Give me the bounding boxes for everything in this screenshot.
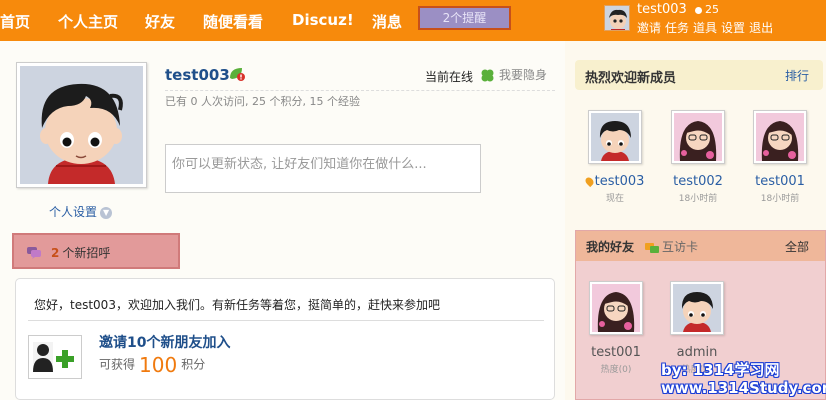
rank-link[interactable]: 排行 [785, 67, 809, 84]
profile-stats: 已有 0 人次访问, 25 个积分, 15 个经验 [165, 95, 360, 108]
visit-card-icon [645, 242, 659, 253]
status-input[interactable]: 你可以更新状态, 让好友们知道你在做什么... [165, 144, 481, 193]
member-time: 18小时前 [760, 194, 800, 204]
member-time: 18小时前 [678, 194, 718, 204]
member-avatar[interactable] [671, 110, 725, 164]
invisible-link[interactable]: 我要隐身 [480, 66, 547, 83]
add-user-icon [33, 342, 74, 372]
nav-discuz[interactable]: Discuz! [292, 11, 354, 29]
invisible-link-label[interactable]: 我要隐身 [499, 68, 547, 82]
nav-messages[interactable]: 消息 [372, 11, 402, 32]
member-card[interactable]: test002 18小时前 [662, 110, 734, 204]
member-name[interactable]: test002 [662, 174, 734, 189]
profile-name[interactable]: test003 [165, 66, 230, 84]
watermark: by: 1314学习网 www.1314Study.com [661, 361, 826, 397]
member-avatar[interactable] [588, 110, 642, 164]
task-panel: 您好，test003，欢迎加入我们。有新任务等着您，挺简单的，赶快来参加吧 邀请… [15, 278, 555, 400]
leaf-badge-icon [230, 68, 245, 81]
watermark-line2: www.1314Study.com [661, 379, 826, 397]
girl-avatar-icon [756, 113, 804, 161]
friend-avatar[interactable] [589, 281, 643, 335]
member-name-text[interactable]: test003 [595, 174, 645, 189]
friends-title: 我的好友 [586, 240, 635, 254]
nav-friends[interactable]: 好友 [145, 11, 175, 32]
friend-name[interactable]: test001 [580, 345, 652, 360]
friend-card[interactable]: test001 热度(0) [580, 281, 652, 375]
watermark-line1: by: 1314学习网 [661, 361, 780, 379]
location-pin-icon [583, 175, 595, 188]
reward-unit: 积分 [181, 357, 206, 372]
link-props[interactable]: 道具 [693, 21, 717, 35]
coin-count: 25 [705, 3, 719, 16]
new-members-title: 热烈欢迎新成员 [585, 71, 677, 86]
notice-button[interactable]: 2个提醒 [418, 6, 511, 30]
task-title[interactable]: 邀请10个新朋友加入 [99, 332, 230, 352]
link-tasks[interactable]: 任务 [665, 21, 689, 35]
greetings-label[interactable]: 个新招呼 [62, 246, 110, 260]
visit-card-label[interactable]: 互访卡 [662, 240, 698, 254]
member-name[interactable]: test003 [579, 174, 651, 189]
clover-icon [481, 69, 494, 82]
girl-avatar-icon [592, 284, 640, 332]
boy-avatar-icon [673, 284, 721, 332]
coin-balance: 25 [695, 3, 719, 16]
new-greetings-bar[interactable]: 2 个新招呼 [12, 233, 180, 269]
nav-profile[interactable]: 个人主页 [58, 11, 118, 32]
member-time: 现在 [605, 194, 624, 204]
member-card[interactable]: test001 18小时前 [744, 110, 816, 204]
topbar-user-links: 邀请 任务 道具 设置 退出 [637, 19, 777, 36]
boy-avatar-icon [591, 113, 639, 161]
visit-card-link[interactable]: 互访卡 [645, 238, 698, 255]
greetings-count[interactable]: 2 [51, 246, 59, 260]
reward-value: 100 [139, 353, 178, 377]
friend-name[interactable]: admin [661, 345, 733, 360]
divider [165, 90, 555, 91]
profile-avatar[interactable] [16, 62, 147, 188]
divider [28, 320, 544, 321]
link-logout[interactable]: 退出 [749, 21, 773, 35]
topbar-username[interactable]: test003 [637, 2, 687, 17]
girl-avatar-icon [674, 113, 722, 161]
link-invite[interactable]: 邀请 [637, 21, 661, 35]
settings-link[interactable]: 个人设置 ▼ [49, 203, 113, 220]
all-friends-link[interactable]: 全部 [785, 238, 809, 255]
invite-friends-icon[interactable] [28, 335, 82, 379]
link-settings[interactable]: 设置 [721, 21, 745, 35]
task-welcome-text: 您好，test003，欢迎加入我们。有新任务等着您，挺简单的，赶快来参加吧 [34, 298, 440, 312]
nav-browse[interactable]: 随便看看 [203, 11, 263, 32]
member-avatar[interactable] [753, 110, 807, 164]
new-greetings-text[interactable]: 2 个新招呼 [51, 244, 110, 261]
coin-icon [695, 6, 702, 14]
new-members-header: 热烈欢迎新成员 排行 [575, 60, 823, 90]
boy-avatar-icon [605, 6, 629, 30]
friend-avatar[interactable] [670, 281, 724, 335]
task-reward: 可获得 100 积分 [99, 353, 205, 377]
chevron-down-icon[interactable]: ▼ [100, 206, 113, 219]
reward-prefix: 可获得 [99, 357, 136, 372]
online-status: 当前在线 [425, 70, 474, 84]
member-card[interactable]: test003 现在 [579, 110, 651, 204]
nav-home[interactable]: 首页 [0, 11, 30, 32]
member-name[interactable]: test001 [744, 174, 816, 189]
settings-link-label[interactable]: 个人设置 [49, 205, 97, 219]
friends-header: 我的好友 互访卡 全部 [576, 231, 825, 261]
friend-score: 热度(0) [600, 365, 632, 375]
top-nav-bar: 首页 个人主页 好友 随便看看 Discuz! 消息 2个提醒 test003 … [0, 0, 826, 41]
speech-bubble-icon [27, 247, 41, 259]
boy-avatar-icon [20, 66, 143, 184]
user-avatar-small[interactable] [604, 5, 630, 31]
